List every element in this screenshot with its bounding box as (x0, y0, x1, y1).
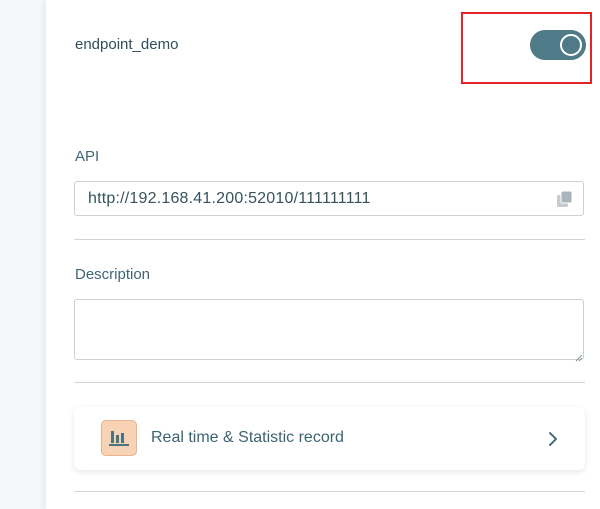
toggle-knob (560, 34, 582, 56)
divider (74, 491, 585, 492)
divider (74, 382, 585, 383)
copy-icon[interactable] (555, 189, 575, 209)
chevron-right-icon (547, 431, 559, 447)
stats-card-label: Real time & Statistic record (151, 429, 344, 446)
endpoint-name: endpoint_demo (75, 36, 179, 53)
bar-chart-icon (101, 420, 137, 456)
api-label: API (75, 148, 100, 165)
api-url-field[interactable]: http://192.168.41.200:52010/111111111 (74, 181, 584, 216)
description-textarea[interactable] (74, 299, 584, 360)
page: endpoint_demo API http://192.168.41.200:… (0, 0, 600, 509)
endpoint-detail-panel: endpoint_demo API http://192.168.41.200:… (46, 0, 600, 509)
left-gutter (0, 0, 46, 509)
endpoint-enable-toggle[interactable] (530, 30, 586, 60)
api-url-value: http://192.168.41.200:52010/111111111 (88, 190, 371, 207)
realtime-statistics-card[interactable]: Real time & Statistic record (74, 407, 585, 470)
divider (74, 239, 585, 240)
description-label: Description (75, 266, 151, 283)
resize-grip-icon[interactable] (575, 349, 583, 362)
